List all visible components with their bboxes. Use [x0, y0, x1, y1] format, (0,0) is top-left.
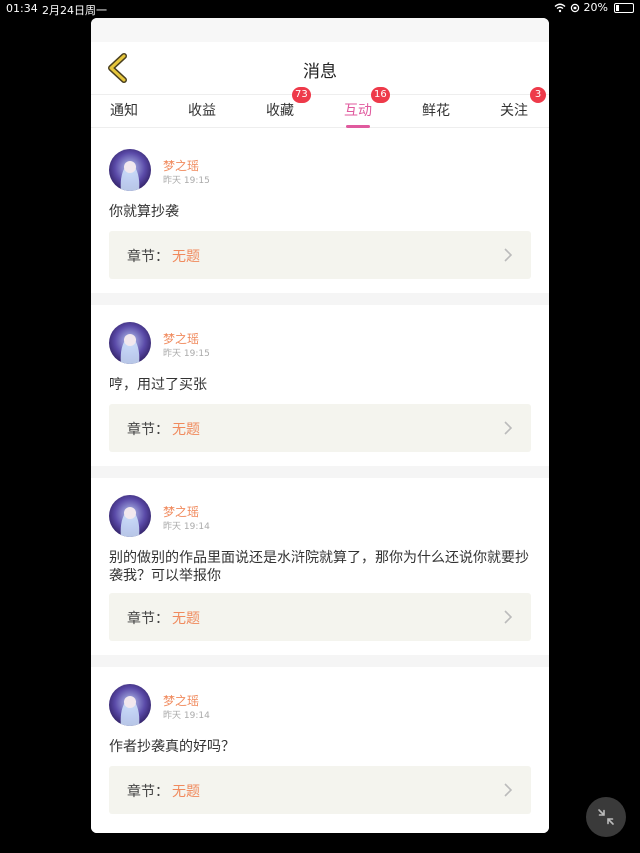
divider — [91, 466, 549, 478]
status-right: 20% — [554, 1, 634, 14]
minimize-icon — [598, 809, 614, 825]
page-title: 消息 — [303, 62, 337, 82]
top-strip — [91, 18, 549, 42]
message-content: 别的做别的作品里面说还是水浒院就算了，那你为什么还说你就要抄袭我？可以举报你 — [109, 550, 529, 584]
tab-favorites[interactable]: 收藏 73 — [254, 87, 311, 120]
message-content: 你就算抄袭 — [109, 204, 179, 220]
chapter-link[interactable]: 章节： 无题 — [109, 231, 531, 279]
message-time: 昨天 19:15 — [163, 176, 210, 186]
message-card: 梦之瑶 昨天 19:14 别的做别的作品里面说还是水浒院就算了，那你为什么还说你… — [91, 478, 549, 655]
badge: 16 — [371, 87, 390, 103]
tab-earnings[interactable]: 收益 — [176, 100, 228, 120]
badge: 3 — [530, 87, 546, 103]
tab-notice[interactable]: 通知 — [98, 100, 150, 120]
chapter-label: 章节： — [127, 249, 169, 265]
message-time: 昨天 19:15 — [163, 349, 210, 359]
chevron-right-icon — [504, 610, 513, 624]
chevron-right-icon — [504, 783, 513, 797]
status-time: 01:34 — [6, 2, 38, 15]
avatar[interactable] — [109, 322, 151, 364]
message-card: 梦之瑶 昨天 19:15 你就算抄袭 章节： 无题 — [91, 128, 549, 293]
chapter-name: 无题 — [172, 249, 200, 265]
username: 梦之瑶 — [163, 159, 200, 173]
rotation-lock-icon — [570, 3, 579, 12]
message-content: 作者抄袭真的好吗？ — [109, 739, 235, 755]
status-bar: 01:34 2月24日周一 20% — [0, 0, 640, 17]
tab-label: 收藏 — [266, 103, 294, 119]
username: 梦之瑶 — [163, 505, 200, 519]
chevron-right-icon — [504, 421, 513, 435]
username: 梦之瑶 — [163, 332, 200, 346]
chapter-link[interactable]: 章节： 无题 — [109, 404, 531, 452]
chapter-name: 无题 — [172, 784, 200, 800]
battery-icon — [614, 2, 634, 13]
avatar[interactable] — [109, 149, 151, 191]
avatar[interactable] — [109, 684, 151, 726]
chapter-label: 章节： — [127, 611, 169, 627]
message-card: 梦之瑶 昨天 19:15 哼，用过了买张 章节： 无题 — [91, 305, 549, 466]
chapter-name: 无题 — [172, 422, 200, 438]
username: 梦之瑶 — [163, 694, 200, 708]
tab-label: 收益 — [188, 103, 216, 119]
wifi-icon — [554, 3, 566, 12]
tab-label: 通知 — [110, 103, 138, 119]
divider — [91, 293, 549, 305]
messages-panel: 消息 通知 收益 收藏 73 互动 16 鲜花 关注 3 梦之瑶 昨天 19:1… — [91, 18, 549, 833]
minimize-button[interactable] — [586, 797, 626, 837]
message-time: 昨天 19:14 — [163, 522, 210, 532]
header: 消息 — [91, 42, 549, 94]
chapter-name: 无题 — [172, 611, 200, 627]
tab-bar: 通知 收益 收藏 73 互动 16 鲜花 关注 3 — [91, 87, 549, 128]
chapter-link[interactable]: 章节： 无题 — [109, 766, 531, 814]
chapter-label: 章节： — [127, 422, 169, 438]
badge: 73 — [292, 87, 311, 103]
tab-flowers[interactable]: 鲜花 — [410, 100, 462, 120]
tab-label: 互动 — [344, 103, 372, 119]
avatar[interactable] — [109, 495, 151, 537]
chapter-label: 章节： — [127, 784, 169, 800]
chapter-link[interactable]: 章节： 无题 — [109, 593, 531, 641]
tab-interaction[interactable]: 互动 16 — [332, 87, 390, 128]
tab-follow[interactable]: 关注 3 — [488, 87, 546, 120]
tab-label: 关注 — [500, 103, 528, 119]
message-time: 昨天 19:14 — [163, 711, 210, 721]
tab-label: 鲜花 — [422, 103, 450, 119]
message-card: 梦之瑶 昨天 19:14 作者抄袭真的好吗？ 章节： 无题 — [91, 667, 549, 833]
chevron-right-icon — [504, 248, 513, 262]
divider — [91, 655, 549, 667]
message-content: 哼，用过了买张 — [109, 377, 207, 393]
battery-percent: 20% — [583, 1, 608, 14]
status-date: 2月24日周一 — [42, 4, 107, 17]
